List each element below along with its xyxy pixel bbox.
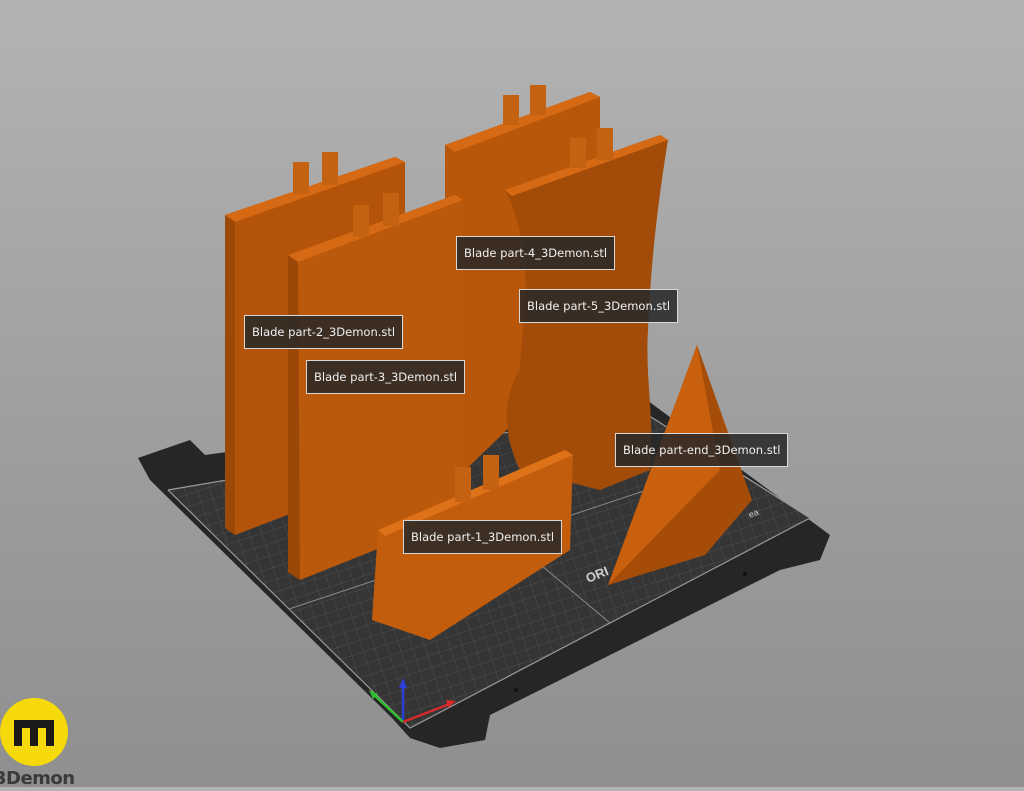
object-label-blade-part-4[interactable]: Blade part-4_3Demon.stl [456,236,616,270]
object-label-blade-part-3[interactable]: Blade part-3_3Demon.stl [306,360,466,394]
object-label-blade-part-1[interactable]: Blade part-1_3Demon.stl [403,520,563,554]
object-label-blade-part-5[interactable]: Blade part-5_3Demon.stl [519,289,679,323]
object-label-blade-part-2[interactable]: Blade part-2_3Demon.stl [244,315,404,349]
watermark-text: 3Demon [0,768,75,789]
3d-viewport[interactable]: ORI ea Blade part-4_3Demon.stl Blade par… [0,0,1024,787]
object-label-blade-part-end[interactable]: Blade part-end_3Demon.stl [615,433,789,467]
